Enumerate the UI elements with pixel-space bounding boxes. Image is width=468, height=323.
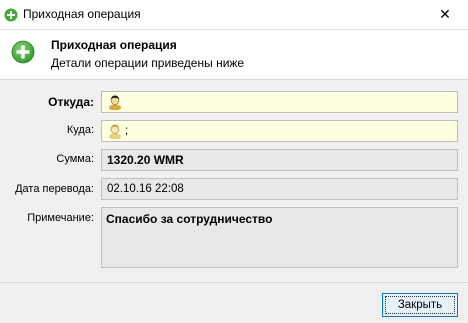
footer-divider bbox=[0, 282, 468, 283]
date-value: 02.10.16 22:08 bbox=[107, 183, 184, 195]
dialog-header: Приходная операция Детали операции приве… bbox=[0, 30, 468, 80]
to-value: ; bbox=[125, 125, 129, 137]
to-field[interactable]: ; bbox=[101, 120, 458, 142]
date-label: Дата перевода: bbox=[15, 183, 94, 195]
window-title: Приходная операция bbox=[23, 7, 141, 21]
from-field[interactable] bbox=[101, 91, 458, 113]
to-label: Куда: bbox=[66, 124, 94, 136]
from-label: Откуда: bbox=[48, 95, 94, 109]
window-titlebar: Приходная операция ✕ bbox=[0, 0, 468, 30]
amount-field: 1320.20 WMR bbox=[101, 149, 458, 171]
user-avatar-icon bbox=[109, 95, 121, 110]
close-icon: ✕ bbox=[439, 6, 451, 22]
plus-circle-icon bbox=[11, 40, 35, 64]
amount-value: 1320.20 WMR bbox=[107, 153, 184, 167]
plus-circle-icon bbox=[4, 8, 18, 22]
window-close-button[interactable]: ✕ bbox=[422, 0, 468, 29]
date-field: 02.10.16 22:08 bbox=[101, 178, 458, 200]
note-field: Спасибо за сотрудничество bbox=[101, 207, 458, 268]
note-label: Примечание: bbox=[27, 212, 94, 224]
header-title: Приходная операция bbox=[51, 38, 177, 52]
user-avatar-icon bbox=[109, 124, 121, 139]
close-button[interactable]: Закрыть bbox=[382, 293, 458, 317]
amount-label: Сумма: bbox=[56, 153, 94, 165]
header-subtitle: Детали операции приведены ниже bbox=[51, 56, 245, 70]
